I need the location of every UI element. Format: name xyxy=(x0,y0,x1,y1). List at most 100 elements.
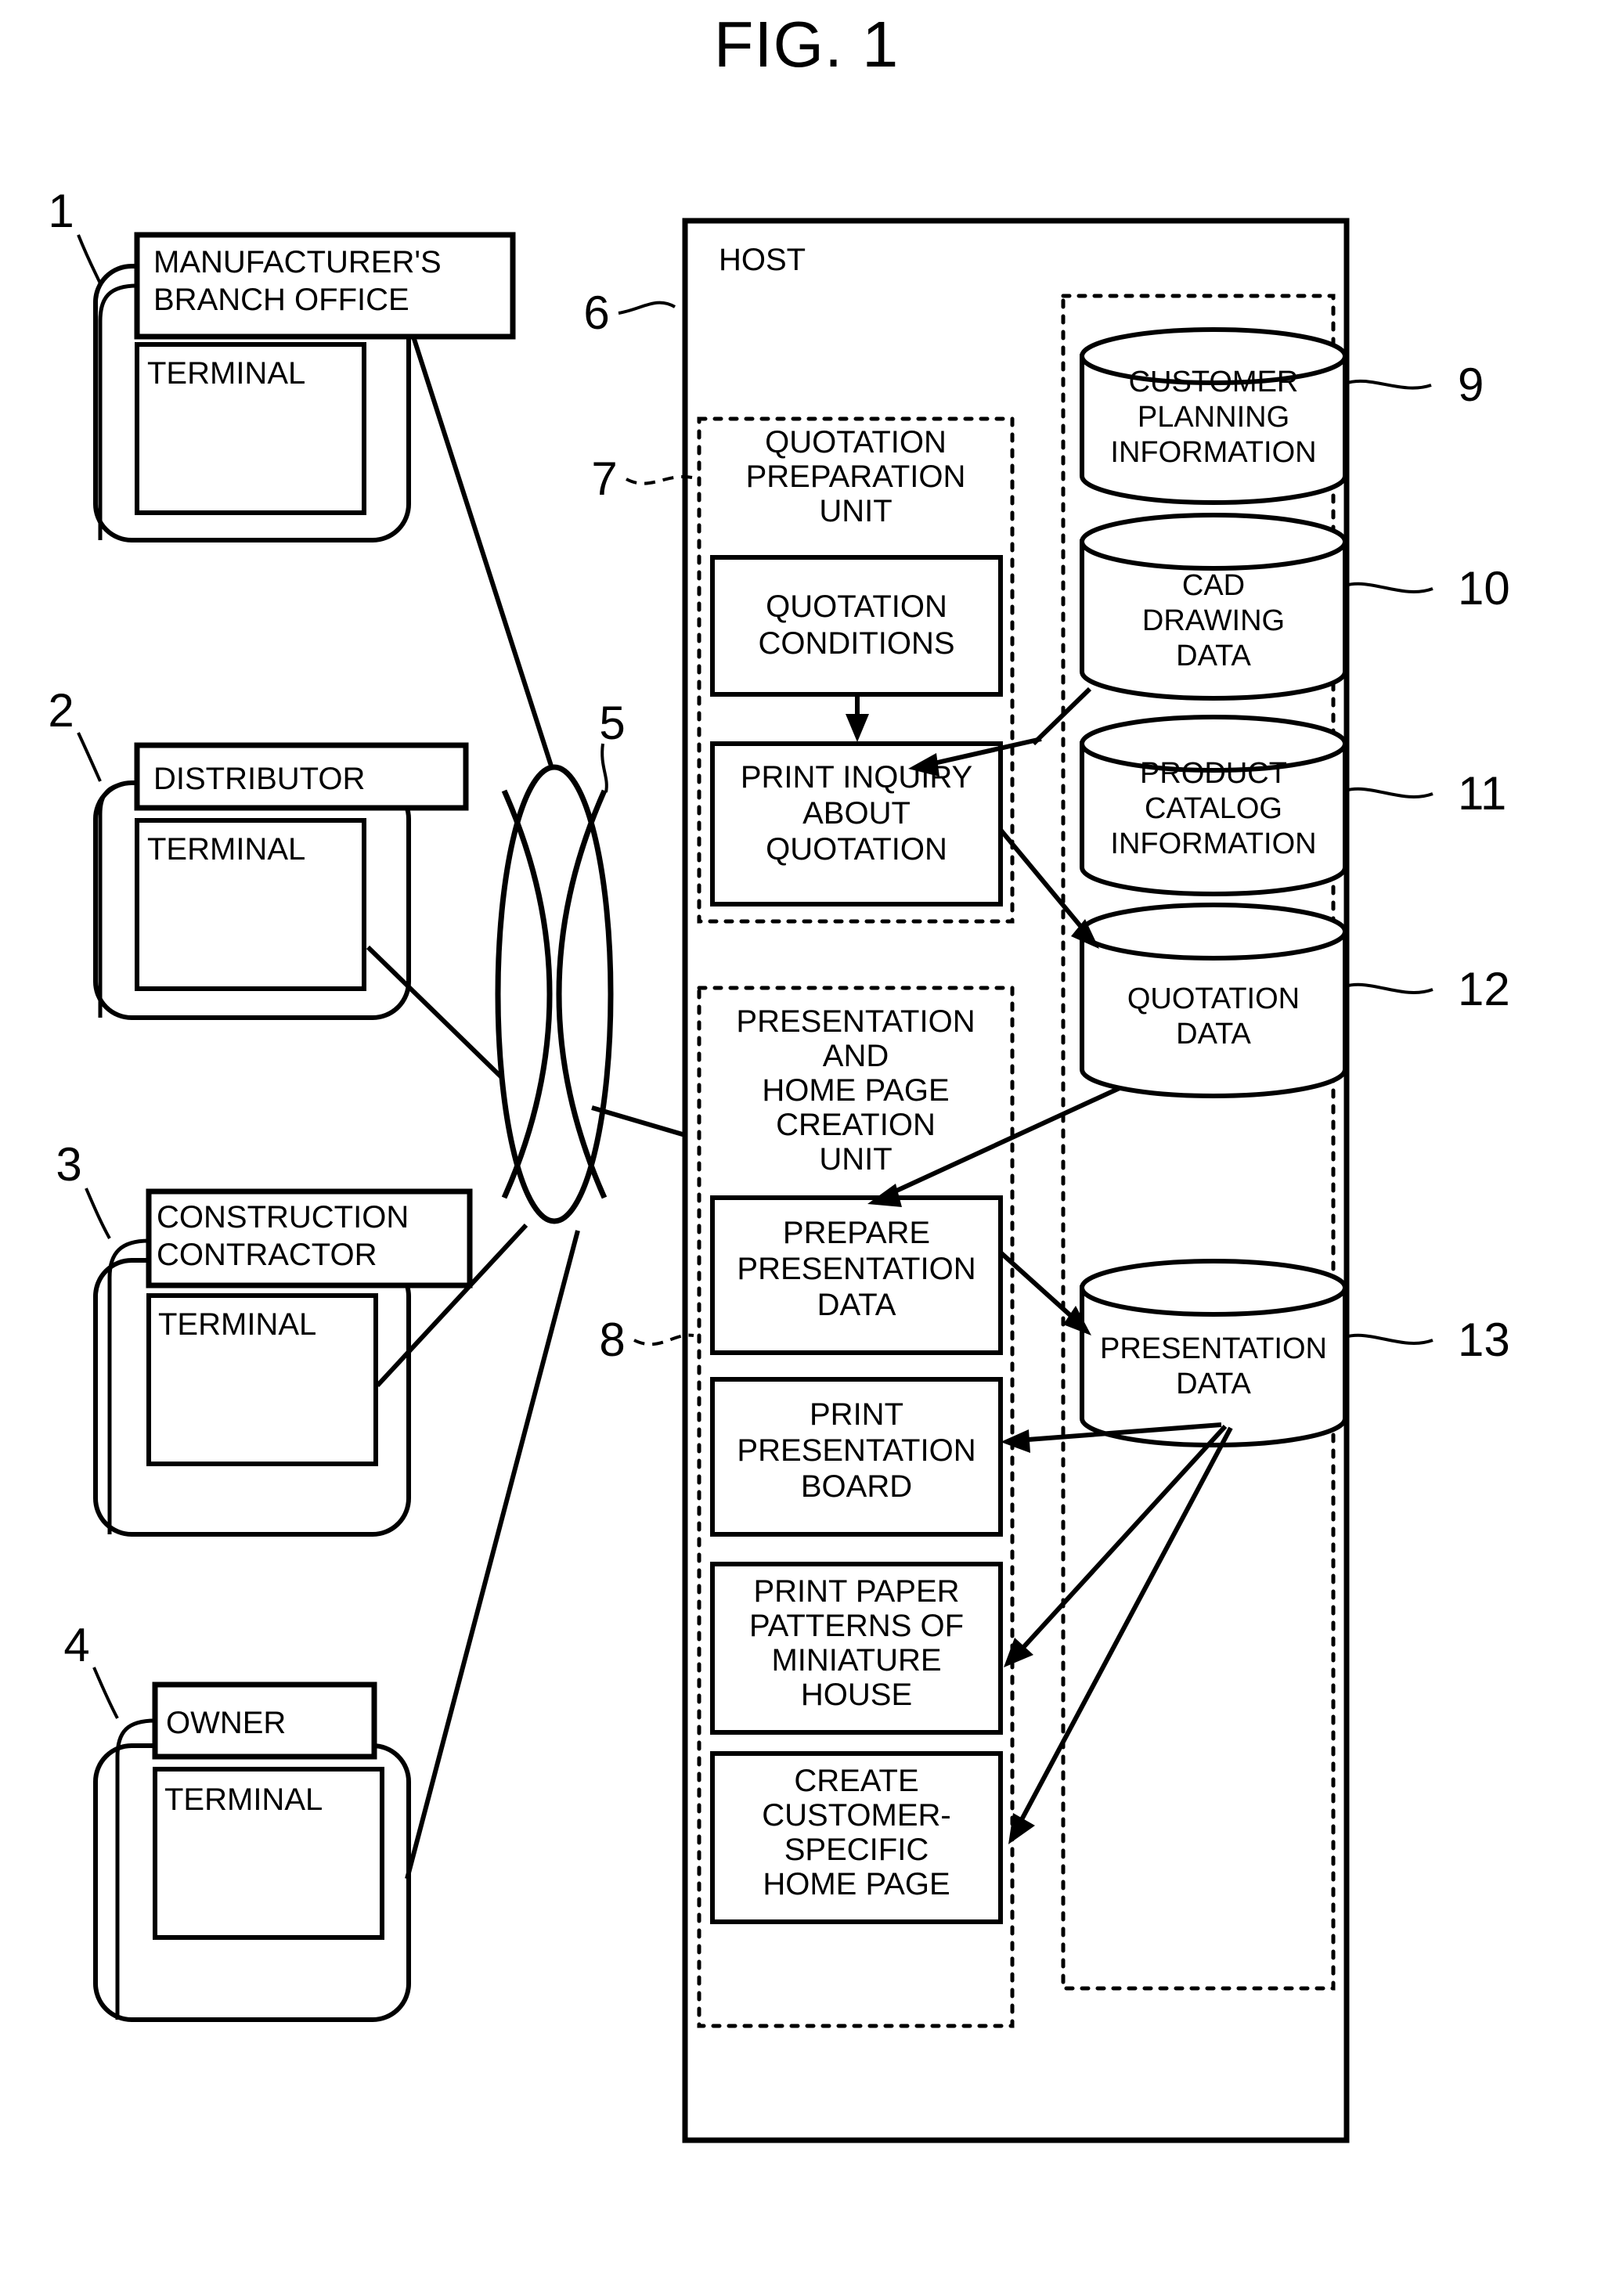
db-9-line2: PLANNING xyxy=(1138,401,1289,434)
unit-8-step-3-line4: HOUSE xyxy=(801,1678,912,1712)
actor-4-leader xyxy=(115,1718,156,2020)
db-10-ref-leader xyxy=(1344,582,1433,593)
db-9-line3: INFORMATION xyxy=(1110,436,1316,469)
unit-8-step-4-line2: CUSTOMER- xyxy=(762,1798,950,1833)
unit-8-step-2-line2: PRESENTATION xyxy=(737,1433,975,1468)
host-label: HOST xyxy=(719,243,806,277)
db-10-line3: DATA xyxy=(1176,640,1251,672)
database-customer-planning-information: CUSTOMER PLANNING INFORMATION 9 xyxy=(1080,327,1484,505)
unit-7-arrow-down-head xyxy=(846,714,869,742)
actor-4-terminal-label: TERMINAL xyxy=(164,1782,323,1817)
actor-2-name-line1: DISTRIBUTOR xyxy=(153,762,365,796)
unit-8-step-3-line2: PATTERNS OF xyxy=(749,1609,964,1643)
unit-8-step-3-line3: MINIATURE xyxy=(771,1643,941,1678)
flow-presentationdata-to-homepage-shaft xyxy=(1017,1426,1233,1826)
actor-3-ref-leader xyxy=(85,1188,111,1239)
unit-7-step-1-line1: QUOTATION xyxy=(766,589,947,624)
actor-2-terminal-label: TERMINAL xyxy=(147,832,305,867)
unit-8-step-1-line1: PREPARE xyxy=(783,1216,930,1250)
unit-8-title-line3: HOME PAGE xyxy=(762,1073,949,1108)
actor-3-terminal-label: TERMINAL xyxy=(158,1307,316,1342)
actor-1-name-line1: MANUFACTURER'S xyxy=(153,245,442,279)
unit-7-title-line1: QUOTATION xyxy=(765,425,947,460)
figure-title: FIG. 1 xyxy=(714,8,900,81)
network-ellipse xyxy=(495,764,614,1224)
presentation-homepage-unit: PRESENTATION AND HOME PAGE CREATION UNIT… xyxy=(599,986,1015,2028)
unit-7-step-1-line2: CONDITIONS xyxy=(758,626,954,661)
db-11-line1: PRODUCT xyxy=(1140,757,1287,790)
unit-7-title-line2: PREPARATION xyxy=(746,460,966,494)
actor-1-ref: 1 xyxy=(48,185,74,237)
db-12-line2: DATA xyxy=(1176,1018,1251,1051)
actor-3-name-line1: CONSTRUCTION xyxy=(157,1200,409,1235)
db-10-ref: 10 xyxy=(1458,562,1510,615)
actor-group-2: DISTRIBUTOR TERMINAL 2 xyxy=(48,684,519,1094)
unit-8-step-1-line2: PRESENTATION xyxy=(737,1252,975,1286)
database-presentation-data: PRESENTATION DATA 13 xyxy=(1080,1259,1510,1447)
db-11-line2: CATALOG xyxy=(1145,792,1282,825)
db-13-ref: 13 xyxy=(1458,1314,1510,1366)
db-13-line1: PRESENTATION xyxy=(1100,1332,1327,1365)
db-9-ref-leader xyxy=(1344,379,1432,390)
db-12-ref-leader xyxy=(1344,982,1433,994)
db-12-top xyxy=(1080,903,1347,961)
database-quotation-data: QUOTATION DATA 12 xyxy=(1080,903,1510,1098)
actor-1-leader xyxy=(98,283,138,540)
db-10-line1: CAD xyxy=(1182,569,1245,602)
unit-8-ref: 8 xyxy=(599,1314,625,1366)
actor-4-ref: 4 xyxy=(63,1619,89,1671)
unit-8-title-line1: PRESENTATION xyxy=(736,1004,975,1039)
unit-8-step-3-line1: PRINT PAPER xyxy=(753,1574,959,1609)
actor-4-ref-leader xyxy=(92,1667,119,1719)
patent-figure-svg: FIG. 1 MANUFACTURER'S BRANCH OFFICE TERM… xyxy=(48,8,1510,2143)
db-13-top xyxy=(1080,1259,1347,1317)
unit-7-title-line3: UNIT xyxy=(819,494,892,528)
host-ref: 6 xyxy=(583,287,609,339)
db-12-ref: 12 xyxy=(1458,963,1510,1015)
flow-presentationdata-to-board-head xyxy=(1001,1429,1030,1453)
actor-4-name-line1: OWNER xyxy=(166,1706,286,1740)
actor-group-3: CONSTRUCTION CONTRACTOR TERMINAL 3 xyxy=(56,1138,528,1537)
unit-7-step-2-line3: QUOTATION xyxy=(766,832,947,867)
unit-7-ref-leader xyxy=(626,475,693,485)
actor-2-network-link xyxy=(366,945,519,1094)
actor-1-name-line2: BRANCH OFFICE xyxy=(153,283,409,317)
quotation-preparation-unit: QUOTATION PREPARATION UNIT 7 QUOTATION C… xyxy=(591,416,1015,924)
host-ref-leader xyxy=(618,301,676,315)
unit-8-step-4-line4: HOME PAGE xyxy=(763,1867,950,1901)
actor-3-name-line2: CONTRACTOR xyxy=(157,1238,377,1272)
actor-1-ref-leader xyxy=(77,234,102,284)
unit-8-title-line5: UNIT xyxy=(819,1142,892,1177)
unit-8-title-line4: CREATION xyxy=(776,1108,936,1142)
actor-3-ref: 3 xyxy=(56,1138,81,1191)
unit-8-title-line2: AND xyxy=(823,1039,889,1073)
actor-3-leader xyxy=(107,1238,150,1534)
db-10-line2: DRAWING xyxy=(1142,604,1285,637)
db-12-line1: QUOTATION xyxy=(1127,982,1300,1015)
actor-2-leader xyxy=(98,780,138,1018)
unit-7-ref: 7 xyxy=(591,452,617,505)
db-11-line3: INFORMATION xyxy=(1110,827,1316,860)
unit-8-step-1-line3: DATA xyxy=(817,1288,896,1322)
db-9-ref: 9 xyxy=(1458,359,1484,411)
db-9-line1: CUSTOMER xyxy=(1129,366,1299,398)
figure-canvas: FIG. 1 MANUFACTURER'S BRANCH OFFICE TERM… xyxy=(0,0,1612,2296)
db-13-line2: DATA xyxy=(1176,1368,1251,1400)
database-cad-drawing-data: CAD DRAWING DATA 10 xyxy=(1080,513,1510,701)
unit-8-step-4-line3: SPECIFIC xyxy=(784,1833,929,1867)
database-product-catalog-information: PRODUCT CATALOG INFORMATION 11 xyxy=(1080,715,1506,896)
network-ref-leader xyxy=(600,743,608,793)
db-11-ref: 11 xyxy=(1458,767,1506,820)
actor-1-terminal-label: TERMINAL xyxy=(147,356,305,391)
actor-2-ref-leader xyxy=(77,732,102,782)
unit-8-step-2-line1: PRINT xyxy=(810,1397,903,1432)
network-host-link xyxy=(591,1105,686,1137)
db-10-top xyxy=(1080,513,1347,571)
flow-presentationdata-to-patterns-shaft xyxy=(1017,1424,1228,1654)
network-ref: 5 xyxy=(599,697,625,749)
db-11-ref-leader xyxy=(1344,787,1433,798)
actor-2-ref: 2 xyxy=(48,684,74,737)
network-symbol: 5 xyxy=(495,697,686,1224)
db-13-ref-leader xyxy=(1344,1333,1433,1345)
unit-8-step-4-line1: CREATE xyxy=(794,1764,918,1798)
